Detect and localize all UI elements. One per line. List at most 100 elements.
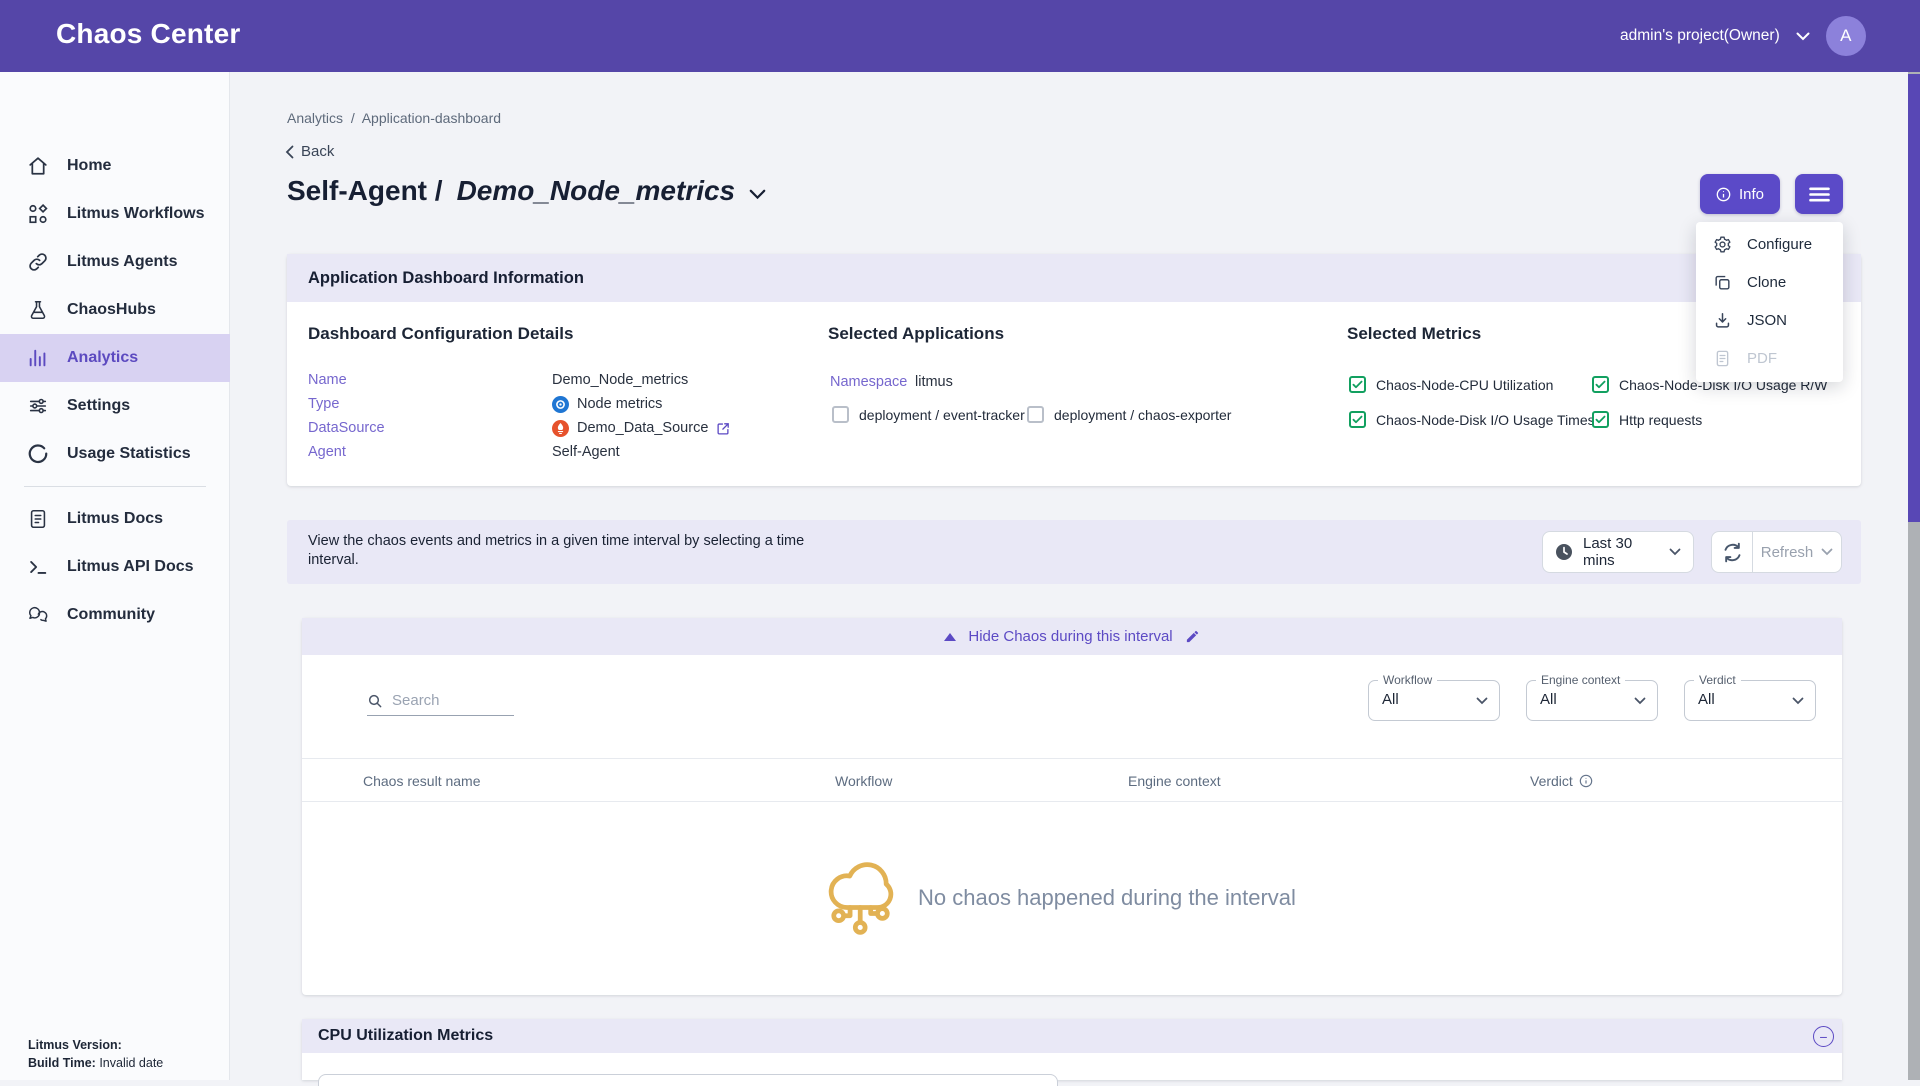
- docs-icon: [27, 508, 49, 530]
- usage-icon: [27, 443, 49, 465]
- menu-item-label: Configure: [1747, 236, 1812, 253]
- sidebar-item-label: Community: [67, 606, 155, 624]
- chevron-down-icon: [1821, 548, 1833, 556]
- sidebar-item-usage-statistics[interactable]: Usage Statistics: [0, 430, 230, 478]
- engine-context-filter-select[interactable]: Engine context All: [1526, 680, 1658, 721]
- verdict-filter-select[interactable]: Verdict All: [1684, 680, 1816, 721]
- check-icon: [1595, 380, 1606, 389]
- title-agent: Self-Agent /: [287, 175, 443, 207]
- info-circle-icon[interactable]: [1579, 774, 1593, 788]
- back-button[interactable]: Back: [285, 143, 334, 160]
- workflow-filter-select[interactable]: Workflow All: [1368, 680, 1500, 721]
- filter-value: All: [1382, 691, 1399, 708]
- checkbox-checked[interactable]: [1349, 376, 1366, 393]
- menu-item-json[interactable]: JSON: [1696, 301, 1843, 339]
- menu-item-clone[interactable]: Clone: [1696, 263, 1843, 301]
- community-icon: [27, 604, 49, 626]
- namespace-value: litmus: [915, 374, 953, 390]
- chevron-down-icon[interactable]: [749, 189, 766, 200]
- app-checkbox-chaos-exporter: deployment / chaos-exporter: [1027, 406, 1231, 423]
- column-workflow: Workflow: [835, 773, 892, 789]
- config-name-value: Demo_Node_metrics: [552, 372, 688, 388]
- chevron-down-icon[interactable]: [1796, 32, 1810, 41]
- search-icon: [367, 693, 383, 709]
- sidebar-item-litmus-api-docs[interactable]: Litmus API Docs: [0, 543, 230, 591]
- chevron-down-icon: [1669, 548, 1681, 556]
- dashboard-menu-button[interactable]: [1795, 174, 1843, 214]
- sidebar-item-analytics[interactable]: Analytics: [0, 334, 230, 382]
- breadcrumb-application-dashboard[interactable]: Application-dashboard: [362, 110, 501, 126]
- agents-icon: [27, 251, 49, 273]
- filter-label: Verdict: [1694, 673, 1741, 687]
- config-name-label: Name: [308, 372, 347, 388]
- page-scrollbar-track[interactable]: [1908, 72, 1920, 1080]
- app-checkbox-event-tracker: deployment / event-tracker: [832, 406, 1025, 423]
- refresh-icon: [1721, 541, 1744, 564]
- edit-pencil-icon[interactable]: [1185, 629, 1200, 644]
- sidebar-item-community[interactable]: Community: [0, 591, 230, 639]
- chaos-table-card: Hide Chaos during this interval Search W…: [302, 618, 1842, 995]
- sidebar-divider: [24, 486, 206, 487]
- info-button-label: Info: [1739, 186, 1764, 203]
- menu-item-label: JSON: [1747, 312, 1787, 329]
- checkbox-checked[interactable]: [1592, 411, 1609, 428]
- search-input[interactable]: Search: [367, 686, 514, 716]
- info-panel-header: Application Dashboard Information: [287, 254, 1861, 302]
- chaoshubs-icon: [27, 299, 49, 321]
- refresh-interval-select[interactable]: Refresh: [1753, 532, 1841, 572]
- checkbox-unchecked[interactable]: [832, 406, 849, 423]
- collapse-minus-icon[interactable]: −: [1813, 1026, 1834, 1047]
- chevron-left-icon: [285, 145, 294, 159]
- project-selector[interactable]: admin's project(Owner): [1620, 27, 1780, 45]
- download-icon: [1713, 311, 1732, 330]
- time-range-select[interactable]: Last 30 mins: [1542, 531, 1694, 573]
- sidebar-item-label: Home: [67, 157, 111, 175]
- checkbox-label: Chaos-Node-Disk I/O Usage Times: [1376, 412, 1595, 428]
- sidebar-item-litmus-docs[interactable]: Litmus Docs: [0, 495, 230, 543]
- interval-description: View the chaos events and metrics in a g…: [308, 532, 853, 570]
- triangle-up-icon: [944, 633, 956, 641]
- checkbox-checked[interactable]: [1592, 376, 1609, 393]
- filter-value: All: [1540, 691, 1557, 708]
- sidebar-item-settings[interactable]: Settings: [0, 382, 230, 430]
- info-button[interactable]: Info: [1700, 174, 1780, 214]
- checkbox-label: Chaos-Node-CPU Utilization: [1376, 377, 1553, 393]
- filter-label: Engine context: [1536, 673, 1625, 687]
- dashboard-actions-menu: Configure Clone JSON PDF: [1696, 222, 1843, 382]
- sidebar-item-home[interactable]: Home: [0, 142, 230, 190]
- chevron-down-icon: [1476, 697, 1488, 705]
- refresh-now-button[interactable]: [1712, 532, 1753, 572]
- menu-item-configure[interactable]: Configure: [1696, 225, 1843, 263]
- empty-state-message: No chaos happened during the interval: [918, 885, 1296, 911]
- hide-chaos-toggle[interactable]: Hide Chaos during this interval: [302, 618, 1842, 655]
- sidebar-item-litmus-workflows[interactable]: Litmus Workflows: [0, 190, 230, 238]
- cpu-section-title: CPU Utilization Metrics: [318, 1027, 493, 1045]
- title-dashboard-name: Demo_Node_metrics: [457, 175, 736, 207]
- time-interval-bar: View the chaos events and metrics in a g…: [287, 520, 1861, 584]
- menu-item-pdf[interactable]: PDF: [1696, 339, 1843, 377]
- breadcrumb-analytics[interactable]: Analytics: [287, 110, 343, 126]
- menu-item-label: Clone: [1747, 274, 1786, 291]
- checkbox-checked[interactable]: [1349, 411, 1366, 428]
- column-verdict: Verdict: [1530, 773, 1593, 789]
- checkbox-label: deployment / chaos-exporter: [1054, 407, 1231, 423]
- sidebar-item-litmus-agents[interactable]: Litmus Agents: [0, 238, 230, 286]
- external-link-icon[interactable]: [716, 421, 731, 436]
- sidebar-item-chaoshubs[interactable]: ChaosHubs: [0, 286, 230, 334]
- checkbox-unchecked[interactable]: [1027, 406, 1044, 423]
- info-panel-title: Application Dashboard Information: [308, 269, 584, 288]
- sidebar-item-label: Litmus Workflows: [67, 205, 205, 223]
- metric-checkbox-cpu-utilization: Chaos-Node-CPU Utilization: [1349, 376, 1553, 393]
- config-details-title: Dashboard Configuration Details: [308, 324, 573, 344]
- config-type-value: Node metrics: [577, 396, 662, 412]
- settings-icon: [27, 395, 49, 417]
- page-scrollbar-thumb[interactable]: [1908, 74, 1920, 522]
- prometheus-icon: [552, 420, 569, 437]
- sidebar: Home Litmus Workflows Litmus Agents Chao…: [0, 72, 230, 1080]
- node-metrics-icon: [552, 396, 569, 413]
- column-verdict-label: Verdict: [1530, 773, 1573, 789]
- search-placeholder: Search: [392, 692, 440, 709]
- avatar[interactable]: A: [1826, 16, 1866, 56]
- filter-value: All: [1698, 691, 1715, 708]
- check-icon: [1352, 380, 1363, 389]
